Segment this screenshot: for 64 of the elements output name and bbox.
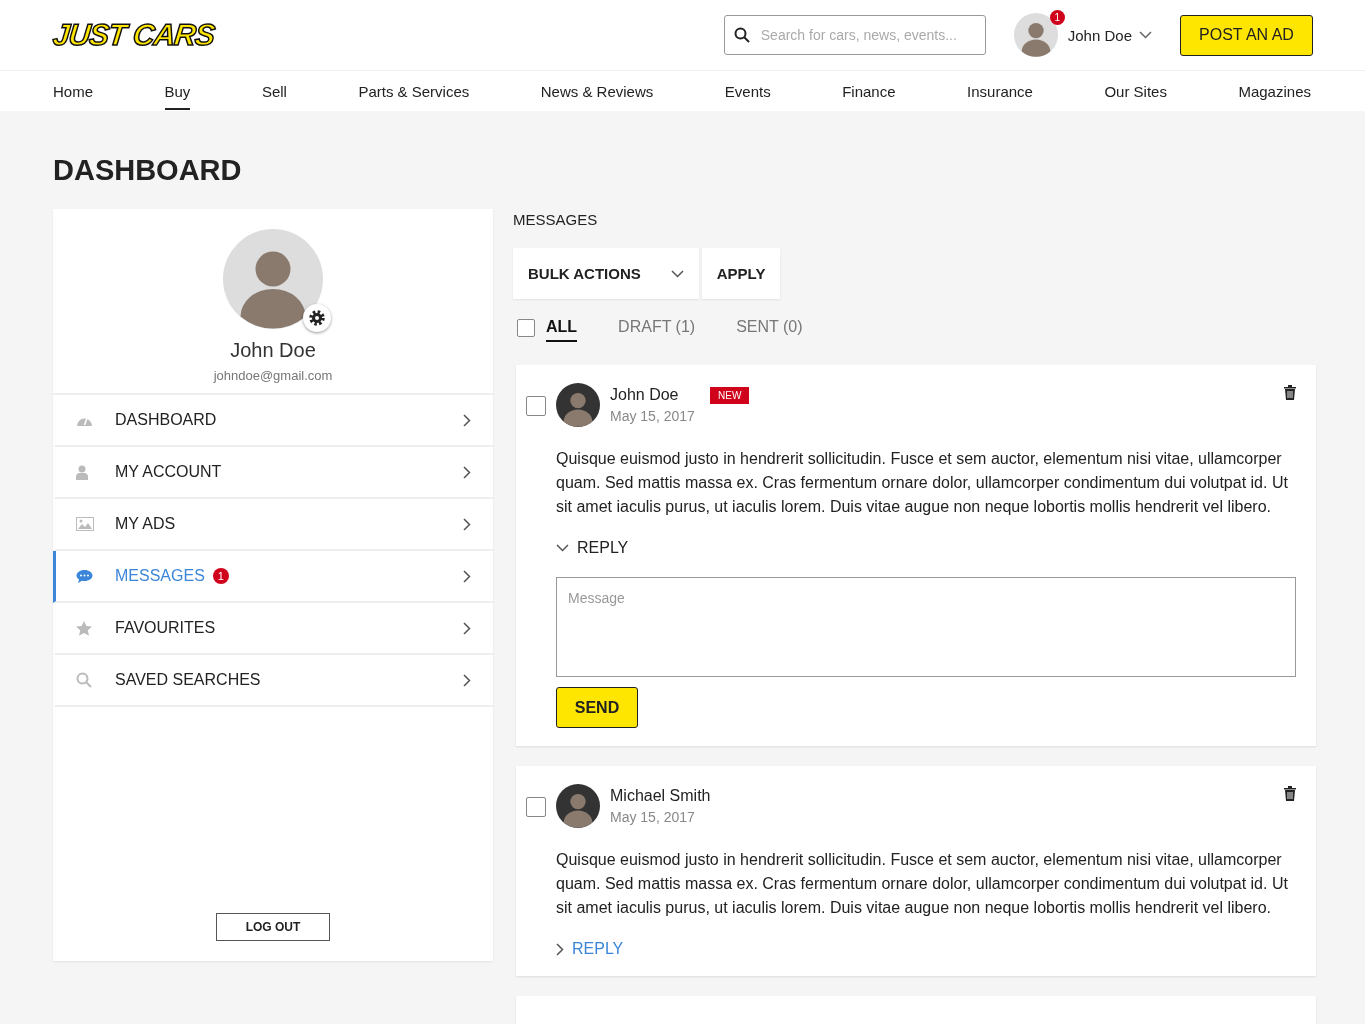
- sidebar-item[interactable]: MY ACCOUNT: [53, 447, 493, 499]
- chat-bubble-icon: [76, 568, 93, 584]
- message-field[interactable]: Message: [556, 577, 1296, 677]
- avatar: [556, 784, 600, 828]
- chevron-right-icon: [463, 517, 471, 531]
- sidebar-item[interactable]: DASHBOARD: [53, 395, 493, 447]
- nav-link[interactable]: Events: [724, 71, 771, 111]
- profile-name: John Doe: [230, 339, 316, 362]
- chevron-right-icon: [556, 942, 564, 956]
- sender-name: Michael Smith: [610, 787, 711, 805]
- nav-link[interactable]: Our Sites: [1104, 71, 1167, 111]
- nav-link[interactable]: Home: [53, 71, 93, 111]
- page-title: DASHBOARD: [52, 153, 243, 188]
- checkbox[interactable]: [526, 396, 546, 416]
- search-icon: [733, 27, 750, 43]
- apply-button[interactable]: APPLY: [701, 248, 781, 299]
- bulk-actions-dropdown[interactable]: BULK ACTIONS: [513, 248, 699, 299]
- reply-toggle[interactable]: REPLY: [556, 940, 624, 958]
- message-text: Quisque euismod justo in hendrerit sollicitudin. Fusce et sem auctor, elementum nisi vitae, ullamcorper quam. Sed mattis massa ex. Cras fermentum ornare dolor, ullamcorper condimentum dui volutpat id. Ut sit amet iaculis purus, ut iaculis lorem. Duis vitae augue non neque lobortis mollis hendrerit vel libero.: [556, 449, 1289, 517]
- person-icon: [76, 464, 88, 480]
- chevron-down-icon: [670, 269, 684, 278]
- search-icon: [76, 672, 92, 688]
- filter-tab[interactable]: SENT (0): [736, 314, 803, 342]
- logout-button[interactable]: LOG OUT: [216, 913, 330, 941]
- checkbox[interactable]: [526, 797, 546, 817]
- nav-link[interactable]: News & Reviews: [540, 71, 654, 111]
- message-date: May 15, 2017: [610, 408, 696, 424]
- chevron-right-icon: [463, 465, 471, 479]
- settings-icon[interactable]: [303, 304, 331, 332]
- star-icon: [76, 620, 92, 636]
- chevron-right-icon: [463, 413, 471, 427]
- image-icon: [76, 517, 94, 531]
- search-field[interactable]: Search for cars, news, events...: [723, 15, 986, 55]
- nav-link[interactable]: Finance: [842, 71, 896, 111]
- filter-tab[interactable]: ALL: [546, 314, 578, 342]
- post-ad-button[interactable]: POST AN AD: [1180, 14, 1313, 56]
- avatar[interactable]: [1013, 13, 1058, 57]
- message-text: Quisque euismod justo in hendrerit sollicitudin. Fusce et sem auctor, elementum nisi vitae, ullamcorper quam. Sed mattis massa ex. Cras fermentum ornare dolor, ullamcorper condimentum dui volutpat id. Ut sit amet iaculis purus, ut iaculis lorem. Duis vitae augue non neque lobortis mollis hendrerit vel libero.: [556, 850, 1289, 918]
- filter-tab[interactable]: DRAFT (1): [618, 314, 696, 342]
- sidebar-item[interactable]: SAVED SEARCHES: [53, 655, 493, 707]
- nav-link[interactable]: Parts & Services: [358, 71, 470, 111]
- checkbox[interactable]: [517, 319, 535, 337]
- send-button[interactable]: SEND: [556, 687, 638, 728]
- sidebar-item[interactable]: FAVOURITES: [53, 603, 493, 655]
- new-badge: NEW: [710, 386, 750, 404]
- section-title: MESSAGES: [513, 210, 599, 230]
- message-date: May 15, 2017: [610, 809, 696, 825]
- chevron-right-icon: [463, 569, 471, 583]
- nav-link[interactable]: Buy: [164, 71, 191, 111]
- nav-link[interactable]: Insurance: [967, 71, 1033, 111]
- sidebar-item[interactable]: MESSAGES 1: [53, 551, 493, 603]
- chevron-right-icon: [463, 673, 471, 687]
- count-badge: 1: [212, 568, 229, 584]
- sidebar-item[interactable]: MY ADS: [53, 499, 493, 551]
- user-menu[interactable]: John Doe: [1067, 26, 1152, 44]
- avatar: [556, 383, 600, 427]
- reply-toggle[interactable]: REPLY: [556, 539, 629, 557]
- chevron-down-icon: [556, 544, 569, 552]
- chevron-right-icon: [463, 621, 471, 635]
- nav-link[interactable]: Magazines: [1238, 71, 1311, 111]
- profile-email: johndoe@gmail.com: [213, 368, 333, 383]
- sender-name: John Doe: [610, 386, 680, 404]
- nav-link[interactable]: Sell: [261, 71, 287, 111]
- chevron-down-icon: [1139, 31, 1152, 39]
